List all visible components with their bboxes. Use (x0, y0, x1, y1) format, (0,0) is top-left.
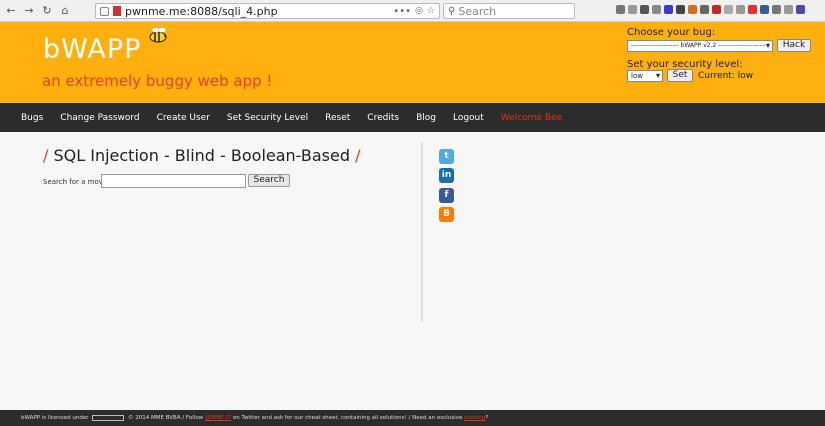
search-button[interactable]: Search (248, 174, 290, 187)
training-link[interactable]: training (464, 415, 485, 421)
pocket-icon[interactable]: ◎ (415, 6, 423, 16)
extension-icon[interactable] (688, 5, 697, 14)
extension-toolbar (616, 5, 805, 14)
footer-license-text: bWAPP is licensed under (21, 415, 89, 421)
site-logo[interactable]: bWAPP (43, 34, 141, 65)
menu-item-create-user[interactable]: Create User (157, 113, 210, 123)
url-bar[interactable]: pwnme.me:8088/sqli_4.php ••• ◎ ☆ (95, 3, 440, 19)
site-header: bWAPP an extremely buggy web app ! Choos… (0, 22, 825, 103)
info-icon[interactable] (100, 6, 109, 16)
home-icon[interactable]: ⌂ (58, 4, 72, 18)
choose-bug-label: Choose your bug: (627, 27, 716, 38)
reload-icon[interactable]: ↻ (40, 4, 54, 18)
main-content: / SQL Injection - Blind - Boolean-Based … (0, 132, 825, 410)
footer-copyright: © 2014 MME BVBA / Follow (127, 415, 204, 421)
twitter-icon[interactable]: t (439, 149, 454, 164)
library-icon[interactable] (616, 5, 625, 14)
site-footer: bWAPP is licensed under © 2014 MME BVBA … (0, 410, 825, 426)
menu-item-logout[interactable]: Logout (453, 113, 484, 123)
content-divider (421, 142, 423, 322)
extension-icon[interactable] (676, 5, 685, 14)
browser-search-field[interactable]: ⚲ Search (443, 3, 575, 19)
page-actions-icon[interactable]: ••• (393, 6, 411, 17)
menu-item-set-security-level[interactable]: Set Security Level (227, 113, 308, 123)
sidebar-icon[interactable] (628, 5, 637, 14)
menu-item-bugs[interactable]: Bugs (21, 113, 43, 123)
bee-icon (149, 27, 167, 43)
hack-button[interactable]: Hack (777, 39, 811, 52)
url-text: pwnme.me:8088/sqli_4.php (125, 4, 278, 18)
facebook-icon[interactable]: f (439, 188, 454, 203)
current-level-text: Current: low (698, 71, 754, 81)
blogger-icon[interactable]: B (439, 207, 454, 222)
twitter-handle-link[interactable]: @MME_IT (205, 415, 231, 421)
forward-icon[interactable]: → (22, 4, 36, 18)
extension-icon[interactable] (652, 5, 661, 14)
cc-license-badge[interactable] (92, 414, 125, 421)
bug-select[interactable]: ---------------------- bWAPP v2.2 ------… (627, 40, 773, 52)
page-title-text: SQL Injection - Blind - Boolean-Based (53, 146, 350, 165)
menu-item-credits[interactable]: Credits (367, 113, 399, 123)
main-menu: Bugs Change Password Create User Set Sec… (0, 103, 825, 132)
extension-icon[interactable] (640, 5, 649, 14)
menu-item-change-password[interactable]: Change Password (60, 113, 139, 123)
extension-icon[interactable] (760, 5, 769, 14)
extension-icon[interactable] (748, 5, 757, 14)
set-security-button[interactable]: Set (667, 69, 693, 82)
movie-search-input[interactable] (101, 174, 246, 188)
extension-icon[interactable] (736, 5, 745, 14)
extension-icon[interactable] (784, 5, 793, 14)
welcome-user: Welcome Bee (500, 112, 563, 123)
back-icon[interactable]: ← (4, 4, 18, 18)
bookmark-star-icon[interactable]: ☆ (427, 6, 435, 16)
extension-icon[interactable] (664, 5, 673, 14)
security-level-select[interactable]: low (627, 70, 663, 82)
extension-icon[interactable] (700, 5, 709, 14)
linkedin-icon[interactable]: in (439, 168, 454, 183)
menu-item-blog[interactable]: Blog (416, 113, 436, 123)
search-icon: ⚲ (448, 5, 456, 17)
title-slash-right: / (355, 146, 361, 165)
footer-text: on Twitter and ask for our cheat sheet, … (232, 415, 463, 421)
extension-icon[interactable] (796, 5, 805, 14)
page-title: / SQL Injection - Blind - Boolean-Based … (43, 146, 360, 165)
extension-icon[interactable] (712, 5, 721, 14)
extension-icon[interactable] (772, 5, 781, 14)
browser-search-placeholder: Search (458, 4, 497, 18)
footer-end: ? (485, 415, 489, 421)
menu-item-reset[interactable]: Reset (325, 113, 350, 123)
tagline: an extremely buggy web app ! (42, 72, 273, 90)
title-slash-left: / (43, 146, 49, 165)
extension-icon[interactable] (724, 5, 733, 14)
insecure-page-icon (113, 6, 121, 16)
